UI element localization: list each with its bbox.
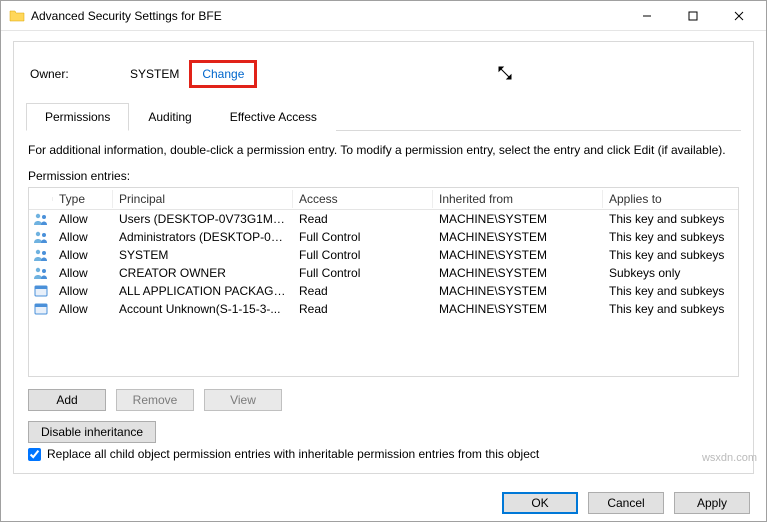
- cancel-button[interactable]: Cancel: [588, 492, 664, 514]
- maximize-button[interactable]: [670, 1, 716, 31]
- table-row[interactable]: AllowALL APPLICATION PACKAGESReadMACHINE…: [29, 282, 738, 300]
- cell-inherited: MACHINE\SYSTEM: [433, 211, 603, 227]
- cell-inherited: MACHINE\SYSTEM: [433, 265, 603, 281]
- cell-access: Full Control: [293, 265, 433, 281]
- table-row[interactable]: AllowUsers (DESKTOP-0V73G1M\Us...ReadMAC…: [29, 210, 738, 228]
- cell-inherited: MACHINE\SYSTEM: [433, 283, 603, 299]
- tab-effective-label: Effective Access: [230, 110, 317, 124]
- table-row[interactable]: AllowCREATOR OWNERFull ControlMACHINE\SY…: [29, 264, 738, 282]
- titlebar: Advanced Security Settings for BFE: [1, 1, 766, 31]
- dialog-footer: OK Cancel Apply: [1, 482, 766, 524]
- disable-inheritance-button[interactable]: Disable inheritance: [28, 421, 156, 443]
- col-applies[interactable]: Applies to: [603, 190, 739, 208]
- instructions-text: For additional information, double-click…: [28, 143, 739, 157]
- col-icon[interactable]: [29, 197, 53, 201]
- people-icon: [29, 266, 53, 280]
- cell-access: Read: [293, 301, 433, 317]
- table-row[interactable]: AllowAccount Unknown(S-1-15-3-...ReadMAC…: [29, 300, 738, 318]
- entry-button-row: Add Remove View: [28, 389, 739, 411]
- cell-access: Full Control: [293, 247, 433, 263]
- tab-auditing[interactable]: Auditing: [129, 103, 210, 131]
- cell-principal: Administrators (DESKTOP-0V7...: [113, 229, 293, 245]
- col-type[interactable]: Type: [53, 190, 113, 208]
- tab-body: For additional information, double-click…: [26, 131, 741, 463]
- owner-row: Owner: SYSTEM Change: [26, 50, 741, 102]
- owner-value: SYSTEM: [130, 67, 179, 81]
- table-body: AllowUsers (DESKTOP-0V73G1M\Us...ReadMAC…: [29, 210, 738, 318]
- cell-type: Allow: [53, 211, 113, 227]
- cell-inherited: MACHINE\SYSTEM: [433, 229, 603, 245]
- ok-button[interactable]: OK: [502, 492, 578, 514]
- replace-checkbox-row: Replace all child object permission entr…: [28, 447, 739, 461]
- close-button[interactable]: [716, 1, 762, 31]
- cell-access: Read: [293, 211, 433, 227]
- table-row[interactable]: AllowAdministrators (DESKTOP-0V7...Full …: [29, 228, 738, 246]
- main-panel: Owner: SYSTEM Change Permissions Auditin…: [13, 41, 754, 474]
- app-package-icon: [29, 302, 53, 316]
- tab-effective-access[interactable]: Effective Access: [211, 103, 336, 131]
- cell-principal: Users (DESKTOP-0V73G1M\Us...: [113, 211, 293, 227]
- tab-auditing-label: Auditing: [148, 110, 191, 124]
- cell-principal: ALL APPLICATION PACKAGES: [113, 283, 293, 299]
- cell-inherited: MACHINE\SYSTEM: [433, 247, 603, 263]
- cell-type: Allow: [53, 265, 113, 281]
- cell-applies: This key and subkeys: [603, 247, 739, 263]
- cell-access: Read: [293, 283, 433, 299]
- owner-label: Owner:: [30, 67, 90, 81]
- tab-strip: Permissions Auditing Effective Access: [26, 102, 741, 131]
- window: Advanced Security Settings for BFE Owner…: [0, 0, 767, 522]
- remove-button: Remove: [116, 389, 194, 411]
- cell-principal: Account Unknown(S-1-15-3-...: [113, 301, 293, 317]
- cell-type: Allow: [53, 283, 113, 299]
- col-access[interactable]: Access: [293, 190, 433, 208]
- people-icon: [29, 230, 53, 244]
- permission-table[interactable]: Type Principal Access Inherited from App…: [28, 187, 739, 377]
- table-row[interactable]: AllowSYSTEMFull ControlMACHINE\SYSTEMThi…: [29, 246, 738, 264]
- table-header: Type Principal Access Inherited from App…: [29, 188, 738, 210]
- cell-applies: This key and subkeys: [603, 211, 739, 227]
- resize-cursor-icon: [497, 65, 513, 84]
- people-icon: [29, 212, 53, 226]
- window-controls: [624, 1, 762, 31]
- apply-button[interactable]: Apply: [674, 492, 750, 514]
- cell-inherited: MACHINE\SYSTEM: [433, 301, 603, 317]
- permission-entries-label: Permission entries:: [28, 169, 739, 183]
- replace-checkbox-label: Replace all child object permission entr…: [47, 447, 539, 461]
- view-button: View: [204, 389, 282, 411]
- cell-type: Allow: [53, 301, 113, 317]
- cell-type: Allow: [53, 229, 113, 245]
- cell-applies: This key and subkeys: [603, 283, 739, 299]
- change-owner-link[interactable]: Change: [189, 60, 257, 88]
- cell-applies: This key and subkeys: [603, 301, 739, 317]
- cell-applies: Subkeys only: [603, 265, 739, 281]
- minimize-button[interactable]: [624, 1, 670, 31]
- app-package-icon: [29, 284, 53, 298]
- cell-applies: This key and subkeys: [603, 229, 739, 245]
- tab-permissions-label: Permissions: [45, 110, 110, 124]
- col-principal[interactable]: Principal: [113, 190, 293, 208]
- folder-icon: [9, 8, 25, 24]
- add-button[interactable]: Add: [28, 389, 106, 411]
- replace-checkbox[interactable]: [28, 448, 41, 461]
- window-title: Advanced Security Settings for BFE: [31, 9, 624, 23]
- cell-principal: SYSTEM: [113, 247, 293, 263]
- col-inherited[interactable]: Inherited from: [433, 190, 603, 208]
- content-area: Owner: SYSTEM Change Permissions Auditin…: [1, 31, 766, 482]
- cell-access: Full Control: [293, 229, 433, 245]
- tab-permissions[interactable]: Permissions: [26, 103, 129, 131]
- cell-principal: CREATOR OWNER: [113, 265, 293, 281]
- people-icon: [29, 248, 53, 262]
- cell-type: Allow: [53, 247, 113, 263]
